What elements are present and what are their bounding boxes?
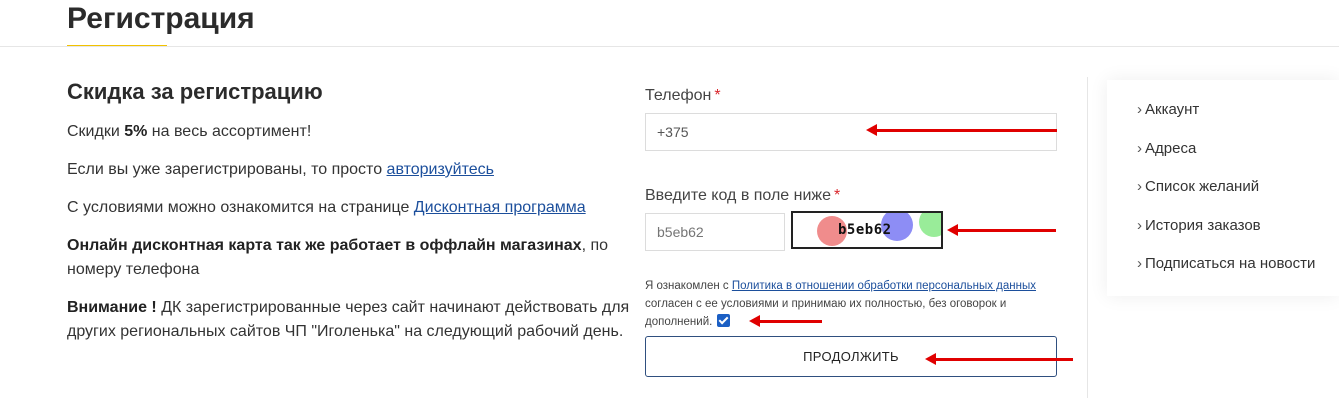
conditions-pre: С условиями можно ознакомится на страниц… [67,199,414,216]
attention-bold: Внимание ! [67,299,157,316]
account-sidebar-nav: › Аккаунт › Адреса › Список желаний › Истори… [1137,100,1315,293]
chevron-right-icon: › [1137,216,1142,234]
annotation-arrow-continue [925,353,1073,365]
annotation-arrow-phone [866,124,1057,136]
login-text: Если вы уже зарегистрированы, то просто … [67,158,637,182]
discount-pre: Скидки [67,123,125,140]
sidebar-item-account[interactable]: › Аккаунт [1137,100,1315,139]
sidebar-item-addresses[interactable]: › Адреса [1137,139,1315,178]
sidebar-item-order-history[interactable]: › История заказов [1137,216,1315,255]
consent-checkbox[interactable] [717,314,731,327]
sidebar-item-label: Подписаться на новости [1145,255,1316,273]
captcha-label-text: Введите код в поле ниже [645,187,832,204]
consent-pre: Я ознакомлен с [645,280,732,292]
discount-post: на весь ассортимент! [147,123,312,140]
conditions-text: С условиями можно ознакомится на страниц… [67,196,637,220]
consent-post: согласен с ее условиями и принимаю их по… [645,298,1007,328]
sidebar-item-label: Список желаний [1145,178,1260,196]
captcha-image: b5eb62 [791,211,943,249]
captcha-code: b5eb62 [838,222,892,238]
phone-input[interactable] [645,113,1057,151]
phone-label: Телефон * [645,85,721,107]
attention-text: Внимание ! ДК зарегистрированные через с… [67,296,637,344]
annotation-arrow-captcha [947,224,1056,236]
phone-label-text: Телефон [645,87,712,104]
continue-button[interactable]: ПРОДОЛЖИТЬ [645,336,1057,377]
captcha-label: Введите код в поле ниже * [645,185,840,207]
vertical-divider [1087,77,1088,398]
page-title: Регистрация [67,2,255,35]
annotation-arrow-checkbox [749,315,822,327]
discount-value: 5% [124,123,148,140]
chevron-right-icon: › [1137,255,1142,273]
chevron-right-icon: › [1137,101,1142,118]
promo-section: Скидка за регистрацию Скидки 5% на весь … [67,78,637,358]
sidebar-item-label: Аккаунт [1145,101,1200,118]
captcha-required-mark: * [834,187,841,204]
privacy-policy-link[interactable]: Политика в отношении обработки персональ… [732,280,1036,292]
sidebar-item-label: История заказов [1145,216,1261,234]
sidebar-item-label: Адреса [1145,139,1197,157]
sidebar-item-newsletter[interactable]: › Подписаться на новости [1137,254,1315,293]
header-divider [0,46,1339,47]
registered-text: Если вы уже зарегистрированы, то просто [67,161,387,178]
phone-required-mark: * [714,87,721,104]
discount-text: Скидки 5% на весь ассортимент! [67,120,637,144]
captcha-noise-dot [919,213,941,237]
promo-heading: Скидка за регистрацию [67,79,323,104]
chevron-right-icon: › [1137,139,1142,157]
consent-text: Я ознакомлен с Политика в отношении обра… [645,277,1065,331]
card-text: Онлайн дисконтная карта так же работает … [67,234,637,282]
chevron-right-icon: › [1137,178,1142,196]
card-bold: Онлайн дисконтная карта так же работает … [67,237,582,254]
captcha-input[interactable] [645,213,785,251]
discount-program-link[interactable]: Дисконтная программа [414,199,586,216]
login-link[interactable]: авторизуйтесь [387,161,494,178]
sidebar-item-wishlist[interactable]: › Список желаний [1137,177,1315,216]
